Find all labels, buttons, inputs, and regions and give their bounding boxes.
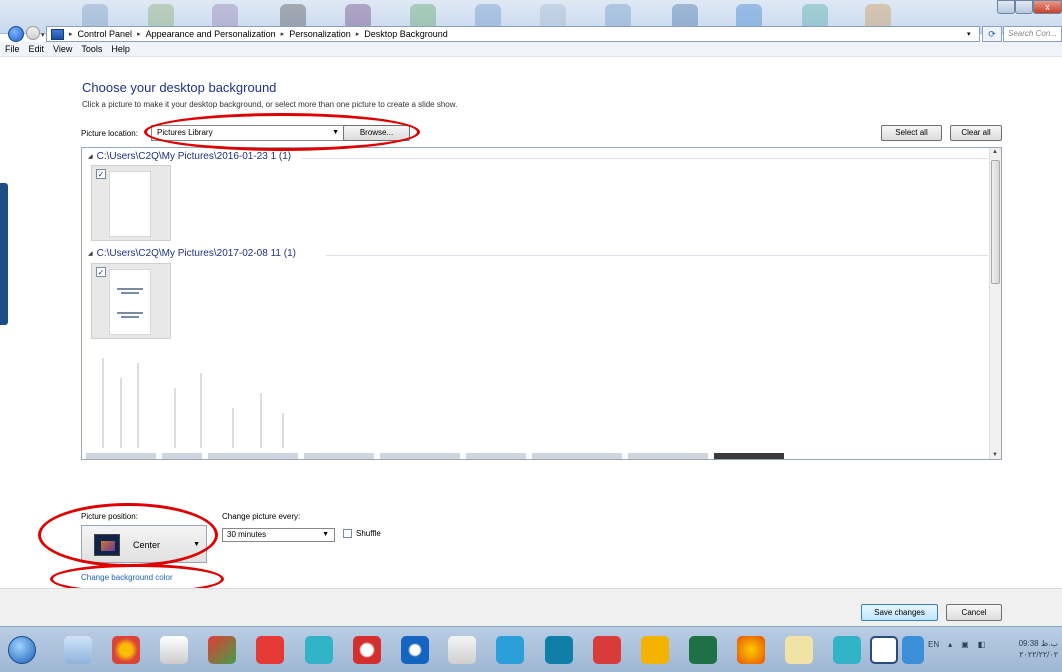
chevron-up-icon[interactable]: ▴ [948,640,952,649]
collapse-triangle-icon[interactable]: ◢ [88,153,93,160]
minimize-button[interactable] [997,0,1015,14]
system-tray: EN ▴ ▣ ◧ [928,640,985,649]
app-icon[interactable] [833,636,861,664]
breadcrumb-personalization[interactable]: Personalization [289,29,351,39]
calculator-icon[interactable] [448,636,476,664]
app-icon[interactable] [401,636,429,664]
clock-date: ۲۰۲۲/۲۲/۰۲ [1019,650,1058,659]
picture-gallery[interactable]: ◢ C:\Users\C2Q\My Pictures\2016-01-23 1 … [81,147,1002,460]
player-icon[interactable] [641,636,669,664]
picture-preview [109,171,151,237]
telegram-icon[interactable] [496,636,524,664]
chevron-right-icon[interactable]: ▸ [137,30,141,38]
network-icon[interactable]: ▣ [961,640,969,649]
picture-preview [109,269,151,335]
group-divider [302,158,988,159]
address-bar[interactable]: ▸ Control Panel ▸ Appearance and Persona… [46,26,980,42]
app-icon[interactable] [545,636,573,664]
app-icon[interactable] [305,636,333,664]
change-interval-value: 30 minutes [227,530,267,539]
chevron-right-icon[interactable]: ▸ [356,30,360,38]
change-interval-select[interactable]: 30 minutes ▼ [222,528,335,542]
clock-time: 09:38 ب.ظ [1018,639,1058,648]
menu-view[interactable]: View [53,44,72,54]
gallery-group-header[interactable]: ◢ C:\Users\C2Q\My Pictures\2016-01-23 1 … [88,151,291,162]
menu-help[interactable]: Help [111,44,130,54]
start-button[interactable] [8,636,36,664]
app-icon[interactable] [256,636,284,664]
cancel-button[interactable]: Cancel [946,604,1002,621]
maximize-button[interactable] [1015,0,1033,14]
tool-icon[interactable] [64,636,92,664]
opera-icon[interactable] [353,636,381,664]
recent-pages-dropdown-icon[interactable]: ▾ [41,31,45,39]
annotation-ellipse [38,503,218,567]
taskbar: EN ▴ ▣ ◧ 09:38 ب.ظ ۲۰۲۲/۲۲/۰۲ [0,626,1062,672]
menu-edit[interactable]: Edit [29,44,45,54]
folder-icon[interactable] [785,636,813,664]
control-panel-icon [51,28,64,40]
picture-thumbnail[interactable]: ✓ [91,165,171,241]
annotation-ellipse [144,113,420,151]
app-icon[interactable] [593,636,621,664]
change-interval-label: Change picture every: [222,512,301,521]
clock[interactable]: 09:38 ب.ظ ۲۰۲۲/۲۲/۰۲ [1010,638,1058,660]
menu-bar: File Edit View Tools Help [0,42,1062,57]
picture-thumbnail[interactable]: ✓ [91,263,171,339]
gallery-group-path: C:\Users\C2Q\My Pictures\2016-01-23 1 (1… [96,151,292,162]
menu-tools[interactable]: Tools [81,44,102,54]
excel-icon[interactable] [689,636,717,664]
group-divider [326,255,988,256]
browser-icon[interactable] [870,636,898,664]
chevron-down-icon: ▼ [322,531,329,538]
shuffle-checkbox[interactable] [343,529,352,538]
select-all-button[interactable]: Select all [881,125,942,141]
gallery-group-path: C:\Users\C2Q\My Pictures\2017-02-08 11 (… [96,248,296,259]
scroll-down-icon[interactable]: ▼ [992,452,998,458]
language-indicator[interactable]: EN [928,640,939,649]
breadcrumb-control-panel[interactable]: Control Panel [78,29,133,39]
page-description: Click a picture to make it your desktop … [82,100,458,109]
refresh-icon[interactable]: ⟳ [982,26,1002,42]
desktop-background-panel: Choose your desktop background Click a p… [8,57,1062,594]
forward-button[interactable] [26,26,40,40]
scroll-up-icon[interactable]: ▲ [992,149,998,155]
dialog-footer: Save changes Cancel [0,588,1062,626]
chrome-icon[interactable] [112,636,140,664]
picture-checkbox[interactable]: ✓ [96,169,106,179]
app-icon[interactable] [208,636,236,664]
scrollbar-thumb[interactable] [991,160,1000,284]
side-panel-tab[interactable] [0,183,8,325]
volume-icon[interactable]: ◧ [978,640,986,649]
shuffle-label: Shuffle [356,529,381,538]
back-button[interactable] [8,26,24,42]
shuffle-option[interactable]: Shuffle [343,529,381,538]
gallery-scrollbar[interactable]: ▲ ▼ [989,148,1001,459]
collapse-triangle-icon[interactable]: ◢ [88,250,93,257]
close-button[interactable]: x [1033,0,1062,14]
breadcrumb-desktop-background[interactable]: Desktop Background [364,29,448,39]
utility-icon[interactable] [160,636,188,664]
picture-location-label: Picture location: [81,129,138,138]
clear-all-button[interactable]: Clear all [950,125,1002,141]
menu-file[interactable]: File [5,44,20,54]
search-input[interactable]: Search Con... [1003,26,1062,42]
firefox-icon[interactable] [737,636,765,664]
chevron-right-icon[interactable]: ▸ [69,30,73,38]
breadcrumb-appearance[interactable]: Appearance and Personalization [146,29,276,39]
picture-checkbox[interactable]: ✓ [96,267,106,277]
chevron-right-icon[interactable]: ▸ [281,30,285,38]
page-title: Choose your desktop background [82,80,277,95]
control-panel-icon[interactable] [902,636,924,664]
address-dropdown-icon[interactable]: ▾ [967,30,971,38]
gallery-bottom-row [86,453,986,459]
gallery-group-header[interactable]: ◢ C:\Users\C2Q\My Pictures\2017-02-08 11… [88,248,296,259]
save-changes-button[interactable]: Save changes [861,604,938,621]
